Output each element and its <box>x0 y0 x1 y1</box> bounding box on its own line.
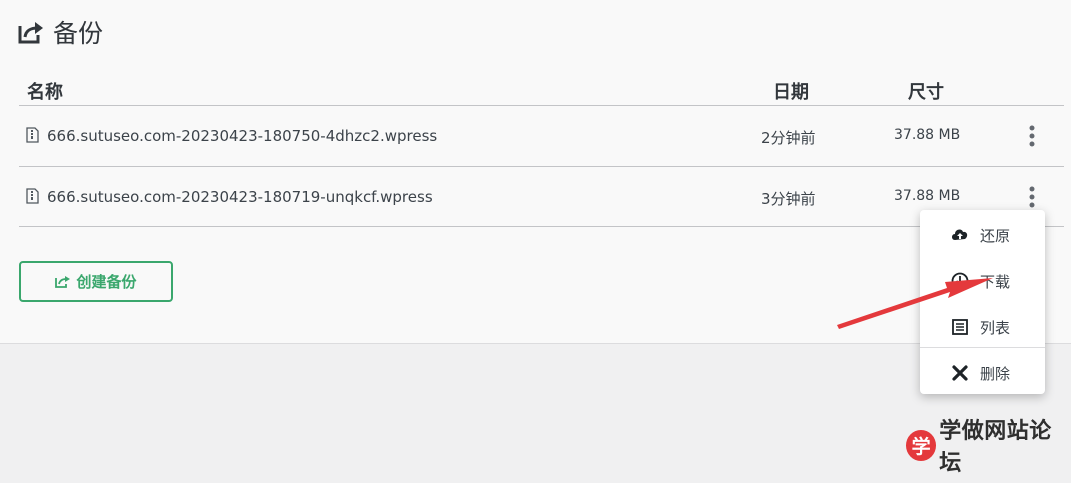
row-divider <box>19 226 1064 227</box>
backup-filename: 666.sutuseo.com-20230423-180719-unqkcf.w… <box>47 188 433 206</box>
watermark: 学 学做网站论坛 <box>906 419 1071 476</box>
backup-date: 3分钟前 <box>761 190 816 208</box>
column-header-size: 尺寸 <box>908 82 944 103</box>
menu-item-label: 删除 <box>980 364 1011 383</box>
column-header-date: 日期 <box>773 82 809 103</box>
menu-divider <box>920 347 1045 348</box>
table-row: 666.sutuseo.com-20230423-180750-4dhzc2.w… <box>19 106 1064 166</box>
menu-item-list[interactable]: 列表 <box>920 304 1045 350</box>
backup-size: 37.88 MB <box>894 188 961 204</box>
menu-item-restore[interactable]: 还原 <box>920 212 1045 258</box>
cloud-upload-icon <box>952 229 968 240</box>
page-title: 备份 <box>53 19 104 48</box>
menu-item-label: 下载 <box>980 272 1011 291</box>
table-row: 666.sutuseo.com-20230423-180719-unqkcf.w… <box>19 167 1064 227</box>
close-icon <box>952 365 968 381</box>
export-icon <box>55 276 71 288</box>
list-icon <box>952 319 968 335</box>
watermark-text: 学做网站论坛 <box>939 419 1052 476</box>
menu-item-label: 还原 <box>980 226 1011 245</box>
column-header-name: 名称 <box>27 82 63 103</box>
watermark-badge: 学 <box>906 429 937 461</box>
download-circle-icon <box>951 272 969 290</box>
more-options-icon[interactable] <box>1021 185 1043 209</box>
backup-context-menu: 还原 下载 列表 删除 <box>920 210 1045 394</box>
export-icon <box>18 22 43 44</box>
backup-filename: 666.sutuseo.com-20230423-180750-4dhzc2.w… <box>47 127 438 145</box>
page-heading: 备份 <box>18 14 103 50</box>
more-options-icon[interactable] <box>1021 124 1043 148</box>
create-backup-button[interactable]: 创建备份 <box>19 261 173 302</box>
menu-item-label: 列表 <box>980 318 1011 337</box>
create-backup-label: 创建备份 <box>76 273 137 291</box>
backups-panel: 备份 名称 日期 尺寸 666.sutuseo.com-20230423-180… <box>0 0 1071 344</box>
backup-size: 37.88 MB <box>894 127 961 143</box>
menu-item-delete[interactable]: 删除 <box>920 350 1045 396</box>
file-archive-icon <box>26 188 39 204</box>
file-archive-icon <box>26 127 39 143</box>
menu-item-download[interactable]: 下载 <box>920 258 1045 304</box>
backup-date: 2分钟前 <box>761 129 816 147</box>
